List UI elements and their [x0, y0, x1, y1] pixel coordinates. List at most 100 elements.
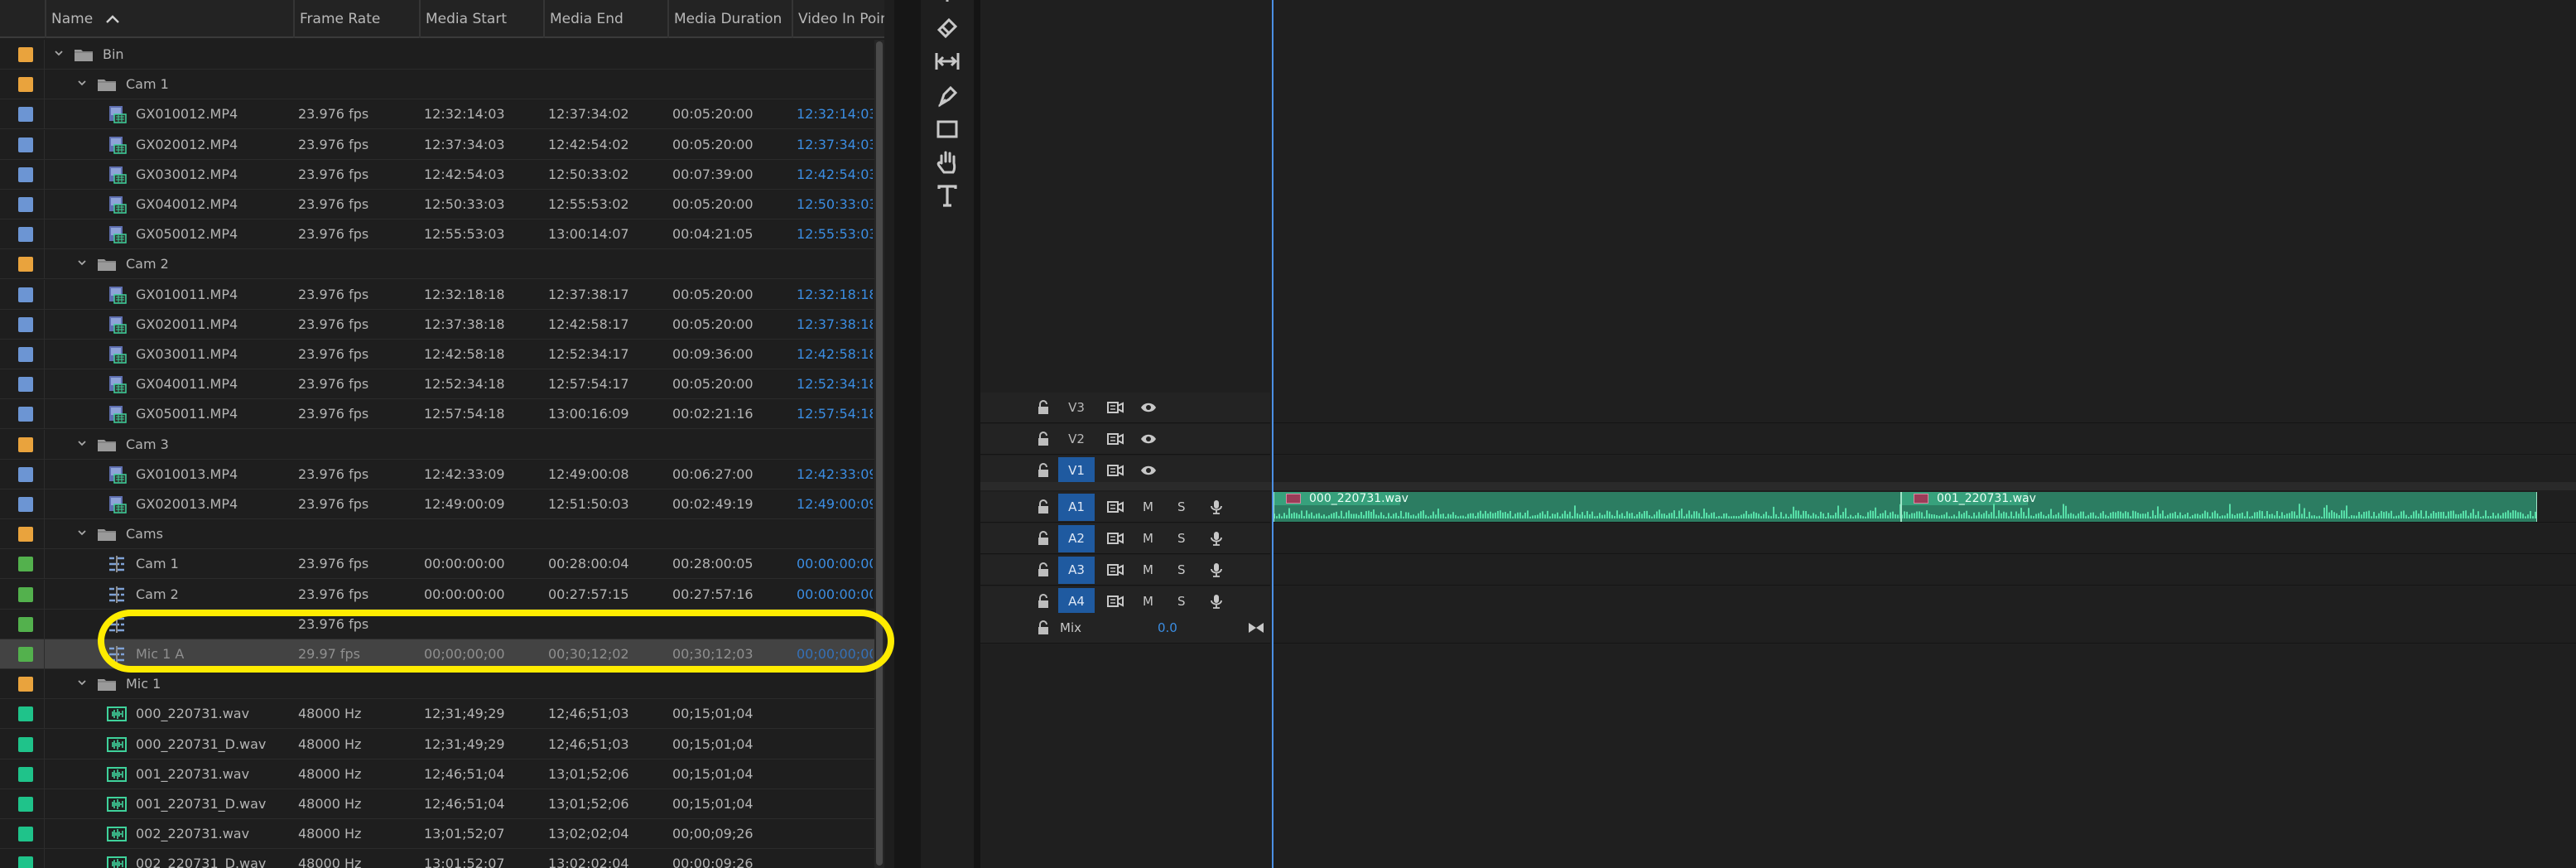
project-item-row[interactable]: GX010012.MP4 23.976 fps 12:32:14:03 12:37:3…: [0, 99, 884, 130]
lock-icon[interactable]: [1037, 432, 1050, 446]
label-color-cell[interactable]: [0, 369, 45, 400]
label-color-swatch[interactable]: [18, 527, 33, 542]
microphone-icon[interactable]: [1207, 562, 1225, 577]
mute-button[interactable]: M: [1143, 555, 1153, 586]
project-item-row[interactable]: 001_220731_D.wav 48000 Hz 12;46;51;04 13;01…: [0, 789, 884, 819]
media-start-column-header[interactable]: Media Start: [419, 0, 543, 38]
sync-lock-icon[interactable]: [1106, 499, 1124, 514]
track-target-toggle[interactable]: V2: [1058, 426, 1095, 453]
label-color-swatch[interactable]: [18, 706, 33, 722]
bin-row[interactable]: Cam 1: [0, 70, 884, 100]
mix-track-area[interactable]: [1272, 613, 2576, 644]
project-item-row[interactable]: 002_220731_D.wav 48000 Hz 13;01;52;07 13;02…: [0, 849, 884, 868]
sync-lock-icon[interactable]: [1106, 400, 1124, 415]
label-color-swatch[interactable]: [18, 347, 33, 362]
hand-tool[interactable]: [932, 147, 962, 177]
label-color-cell[interactable]: [0, 819, 45, 850]
label-color-swatch[interactable]: [18, 466, 33, 482]
label-color-swatch[interactable]: [18, 137, 33, 152]
project-item-row[interactable]: Mic 1 A 29.97 fps 00;00;00;00 00;30;12;02 00…: [0, 639, 884, 669]
track-target-toggle[interactable]: V1: [1058, 457, 1095, 485]
type-tool[interactable]: [932, 181, 962, 210]
project-item-row[interactable]: 000_220731.wav 48000 Hz 12;31;49;29 12;46;5…: [0, 699, 884, 730]
label-color-cell[interactable]: [0, 159, 45, 190]
project-item-row[interactable]: GX030011.MP4 23.976 fps 12:42:58:18 12:52:3…: [0, 340, 884, 369]
label-color-swatch[interactable]: [18, 797, 33, 812]
eye-icon[interactable]: [1139, 400, 1158, 415]
track-target-toggle[interactable]: A1: [1058, 494, 1095, 521]
video-in-point-column-header[interactable]: Video In Point: [792, 0, 884, 38]
label-color-swatch[interactable]: [18, 766, 33, 782]
sync-lock-icon[interactable]: [1106, 463, 1124, 478]
label-color-cell[interactable]: [0, 549, 45, 580]
razor-tool[interactable]: [932, 13, 962, 43]
label-color-cell[interactable]: [0, 519, 45, 550]
microphone-icon[interactable]: [1207, 531, 1225, 546]
sync-lock-icon[interactable]: [1106, 594, 1124, 609]
eye-icon[interactable]: [1139, 463, 1158, 478]
label-color-cell[interactable]: [0, 639, 45, 669]
label-color-cell[interactable]: [0, 249, 45, 280]
label-color-swatch[interactable]: [18, 647, 33, 662]
solo-button[interactable]: S: [1177, 523, 1186, 554]
project-item-row[interactable]: GX030012.MP4 23.976 fps 12:42:54:03 12:50:3…: [0, 159, 884, 190]
label-color-swatch[interactable]: [18, 257, 33, 272]
bin-row[interactable]: Mic 1: [0, 669, 884, 700]
chevron-down-icon[interactable]: [76, 77, 88, 89]
label-color-cell[interactable]: [0, 279, 45, 310]
label-color-swatch[interactable]: [18, 197, 33, 212]
project-item-row[interactable]: GX010011.MP4 23.976 fps 12:32:18:18 12:37:3…: [0, 279, 884, 310]
media-duration-column-header[interactable]: Media Duration: [667, 0, 792, 38]
frame-rate-column-header[interactable]: Frame Rate: [293, 0, 419, 38]
name-column-header[interactable]: Name: [45, 0, 293, 38]
label-color-cell[interactable]: [0, 609, 45, 639]
lock-icon[interactable]: [1037, 562, 1050, 577]
label-color-swatch[interactable]: [18, 436, 33, 452]
track-separator-band[interactable]: [980, 482, 2576, 490]
project-scrollbar-thumb[interactable]: [876, 41, 883, 866]
sync-lock-icon[interactable]: [1106, 562, 1124, 577]
ripple-edit-tool[interactable]: [932, 0, 962, 7]
label-color-swatch[interactable]: [18, 586, 33, 602]
solo-button[interactable]: S: [1177, 492, 1186, 523]
label-color-cell[interactable]: [0, 849, 45, 868]
label-color-cell[interactable]: [0, 40, 45, 70]
project-item-row[interactable]: Cam 2 23.976 fps 00:00:00:00 00:27:57:15 00:…: [0, 579, 884, 610]
project-item-row[interactable]: GX020013.MP4 23.976 fps 12:49:00:09 12:51:5…: [0, 489, 884, 519]
track-area-v2[interactable]: [1272, 424, 2576, 455]
label-color-swatch[interactable]: [18, 316, 33, 332]
project-item-row[interactable]: GX010013.MP4 23.976 fps 12:42:33:09 12:49:0…: [0, 459, 884, 489]
project-item-row[interactable]: 23.976 fps: [0, 609, 884, 639]
project-item-row[interactable]: 000_220731_D.wav 48000 Hz 12;31;49;29 12;46…: [0, 729, 884, 760]
label-color-cell[interactable]: [0, 759, 45, 789]
chevron-down-icon[interactable]: [76, 257, 88, 268]
label-color-swatch[interactable]: [18, 736, 33, 752]
microphone-icon[interactable]: [1207, 594, 1225, 609]
track-area-a2[interactable]: [1272, 523, 2576, 554]
project-item-row[interactable]: 001_220731.wav 48000 Hz 12;46;51;04 13;01;5…: [0, 759, 884, 789]
label-color-swatch[interactable]: [18, 677, 33, 692]
chevron-down-icon[interactable]: [76, 677, 88, 688]
label-color-cell[interactable]: [0, 399, 45, 430]
project-item-row[interactable]: GX020012.MP4 23.976 fps 12:37:34:03 12:42:5…: [0, 129, 884, 160]
track-target-toggle[interactable]: V3: [1058, 394, 1095, 422]
label-color-cell[interactable]: [0, 99, 45, 130]
mix-volume-value[interactable]: 0.0: [1158, 613, 1177, 644]
bin-row[interactable]: Bin: [0, 40, 884, 70]
track-target-toggle[interactable]: A4: [1058, 588, 1095, 615]
sync-lock-icon[interactable]: [1106, 531, 1124, 546]
track-area-a3[interactable]: [1272, 555, 2576, 586]
project-item-row[interactable]: 002_220731.wav 48000 Hz 13;01;52;07 13;02;0…: [0, 819, 884, 850]
lock-icon[interactable]: [1037, 463, 1050, 478]
chevron-down-icon[interactable]: [76, 437, 88, 449]
project-item-row[interactable]: GX040012.MP4 23.976 fps 12:50:33:03 12:55:5…: [0, 190, 884, 219]
label-color-cell[interactable]: [0, 70, 45, 100]
label-color-cell[interactable]: [0, 729, 45, 760]
label-color-swatch[interactable]: [18, 227, 33, 243]
label-color-cell[interactable]: [0, 489, 45, 519]
lock-icon[interactable]: [1037, 594, 1050, 609]
audio-clip[interactable]: 001_220731.wav: [1901, 492, 2537, 522]
project-item-row[interactable]: GX020011.MP4 23.976 fps 12:37:38:18 12:42:5…: [0, 309, 884, 340]
microphone-icon[interactable]: [1207, 499, 1225, 514]
label-color-swatch[interactable]: [18, 166, 33, 182]
